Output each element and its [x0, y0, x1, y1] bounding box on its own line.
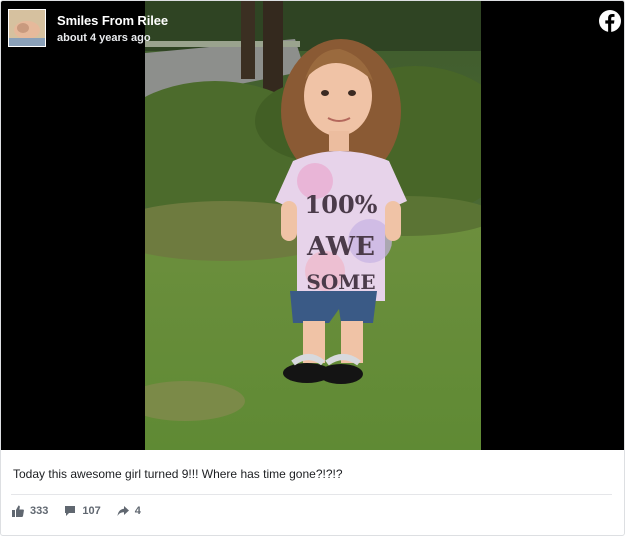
post-timestamp[interactable]: about 4 years ago — [57, 32, 151, 44]
shirt-text-line-3: SOME — [306, 270, 375, 294]
divider — [11, 494, 612, 495]
like-count-value: 333 — [30, 505, 49, 517]
post-caption: Today this awesome girl turned 9!!! Wher… — [13, 467, 343, 481]
page-name[interactable]: Smiles From Rilee — [57, 13, 168, 28]
facebook-post-card: 100% AWE SOME Smiles From Rilee about 4 … — [0, 0, 625, 536]
comment-count[interactable]: 107 — [64, 505, 101, 517]
facebook-icon[interactable] — [599, 10, 621, 32]
photo-illustration: 100% AWE SOME — [145, 1, 481, 450]
shirt-text-line-1: 100% — [305, 190, 378, 219]
post-media[interactable]: 100% AWE SOME Smiles From Rilee about 4 … — [1, 1, 624, 450]
avatar-image — [9, 10, 45, 46]
thumbs-up-icon — [12, 505, 24, 517]
engagement-stats: 333 107 4 — [12, 505, 157, 517]
share-arrow-icon — [117, 506, 129, 516]
comment-count-value: 107 — [82, 505, 101, 517]
shirt-text-line-2: AWE — [306, 232, 375, 262]
comment-icon — [65, 506, 76, 516]
share-count[interactable]: 4 — [117, 505, 141, 517]
like-count[interactable]: 333 — [12, 505, 48, 517]
post-photo[interactable]: 100% AWE SOME — [145, 1, 481, 450]
page-avatar[interactable] — [8, 9, 46, 47]
post-header: Smiles From Rilee about 4 years ago — [1, 1, 624, 53]
share-count-value: 4 — [134, 505, 141, 517]
